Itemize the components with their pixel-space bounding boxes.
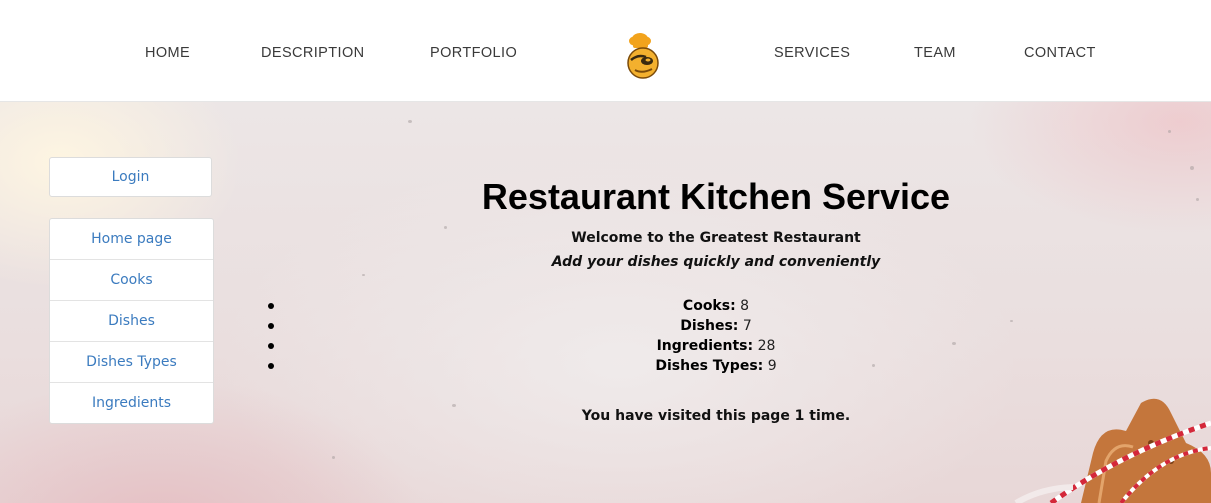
stat-value: 28 <box>757 338 776 354</box>
stat-dishes-types: Dishes Types: 9 <box>268 356 1146 376</box>
nav-link-portfolio[interactable]: PORTFOLIO <box>430 45 517 61</box>
stat-label: Dishes: <box>680 318 739 334</box>
nav-link-services[interactable]: SERVICES <box>774 45 850 61</box>
sidebar-item-label[interactable]: Cooks <box>110 272 152 288</box>
tagline-text: Add your dishes quickly and conveniently <box>551 254 881 270</box>
sidebar-item-home-page[interactable]: Home page <box>50 219 213 260</box>
cookie-decoration <box>1014 398 1211 503</box>
bullet-icon <box>268 343 274 349</box>
sidebar-item-label[interactable]: Dishes <box>108 313 155 329</box>
sidebar-item-dishes-types[interactable]: Dishes Types <box>50 342 213 383</box>
stat-label: Ingredients: <box>656 338 754 354</box>
bullet-icon <box>268 323 274 329</box>
stat-dishes: Dishes: 7 <box>268 316 1146 336</box>
stat-label: Dishes Types: <box>655 358 764 374</box>
sidebar-item-label[interactable]: Ingredients <box>92 395 171 411</box>
bullet-icon <box>268 363 274 369</box>
visit-counter: You have visited this page 1 time. <box>581 408 851 424</box>
stat-value: 8 <box>740 298 750 314</box>
bullet-icon <box>268 303 274 309</box>
page-title: Restaurant Kitchen Service <box>481 176 951 217</box>
stat-value: 9 <box>767 358 777 374</box>
nav-link-description[interactable]: DESCRIPTION <box>261 45 365 61</box>
nav-link-home[interactable]: HOME <box>145 45 190 61</box>
sidebar-item-label[interactable]: Dishes Types <box>86 354 177 370</box>
stat-value: 7 <box>742 318 752 334</box>
stats-list: Cooks: 8 Dishes: 7 Ingredients: 28 Dishe… <box>268 296 1146 376</box>
top-navigation: HOME DESCRIPTION PORTFOLIO SERVICES TEAM… <box>0 0 1211 102</box>
sidebar-item-label[interactable]: Home page <box>91 231 172 247</box>
chef-logo-icon[interactable] <box>622 30 666 80</box>
sidebar-menu: Home page Cooks Dishes Dishes Types Ingr… <box>49 218 214 424</box>
nav-link-contact[interactable]: CONTACT <box>1024 45 1096 61</box>
login-panel: Login <box>49 157 212 197</box>
login-link[interactable]: Login <box>112 169 150 185</box>
stat-label: Cooks: <box>682 298 736 314</box>
sidebar-item-ingredients[interactable]: Ingredients <box>50 383 213 423</box>
stat-ingredients: Ingredients: 28 <box>268 336 1146 356</box>
nav-link-team[interactable]: TEAM <box>914 45 956 61</box>
stat-cooks: Cooks: 8 <box>268 296 1146 316</box>
sidebar-item-dishes[interactable]: Dishes <box>50 301 213 342</box>
sidebar-item-cooks[interactable]: Cooks <box>50 260 213 301</box>
welcome-text: Welcome to the Greatest Restaurant <box>571 230 861 246</box>
